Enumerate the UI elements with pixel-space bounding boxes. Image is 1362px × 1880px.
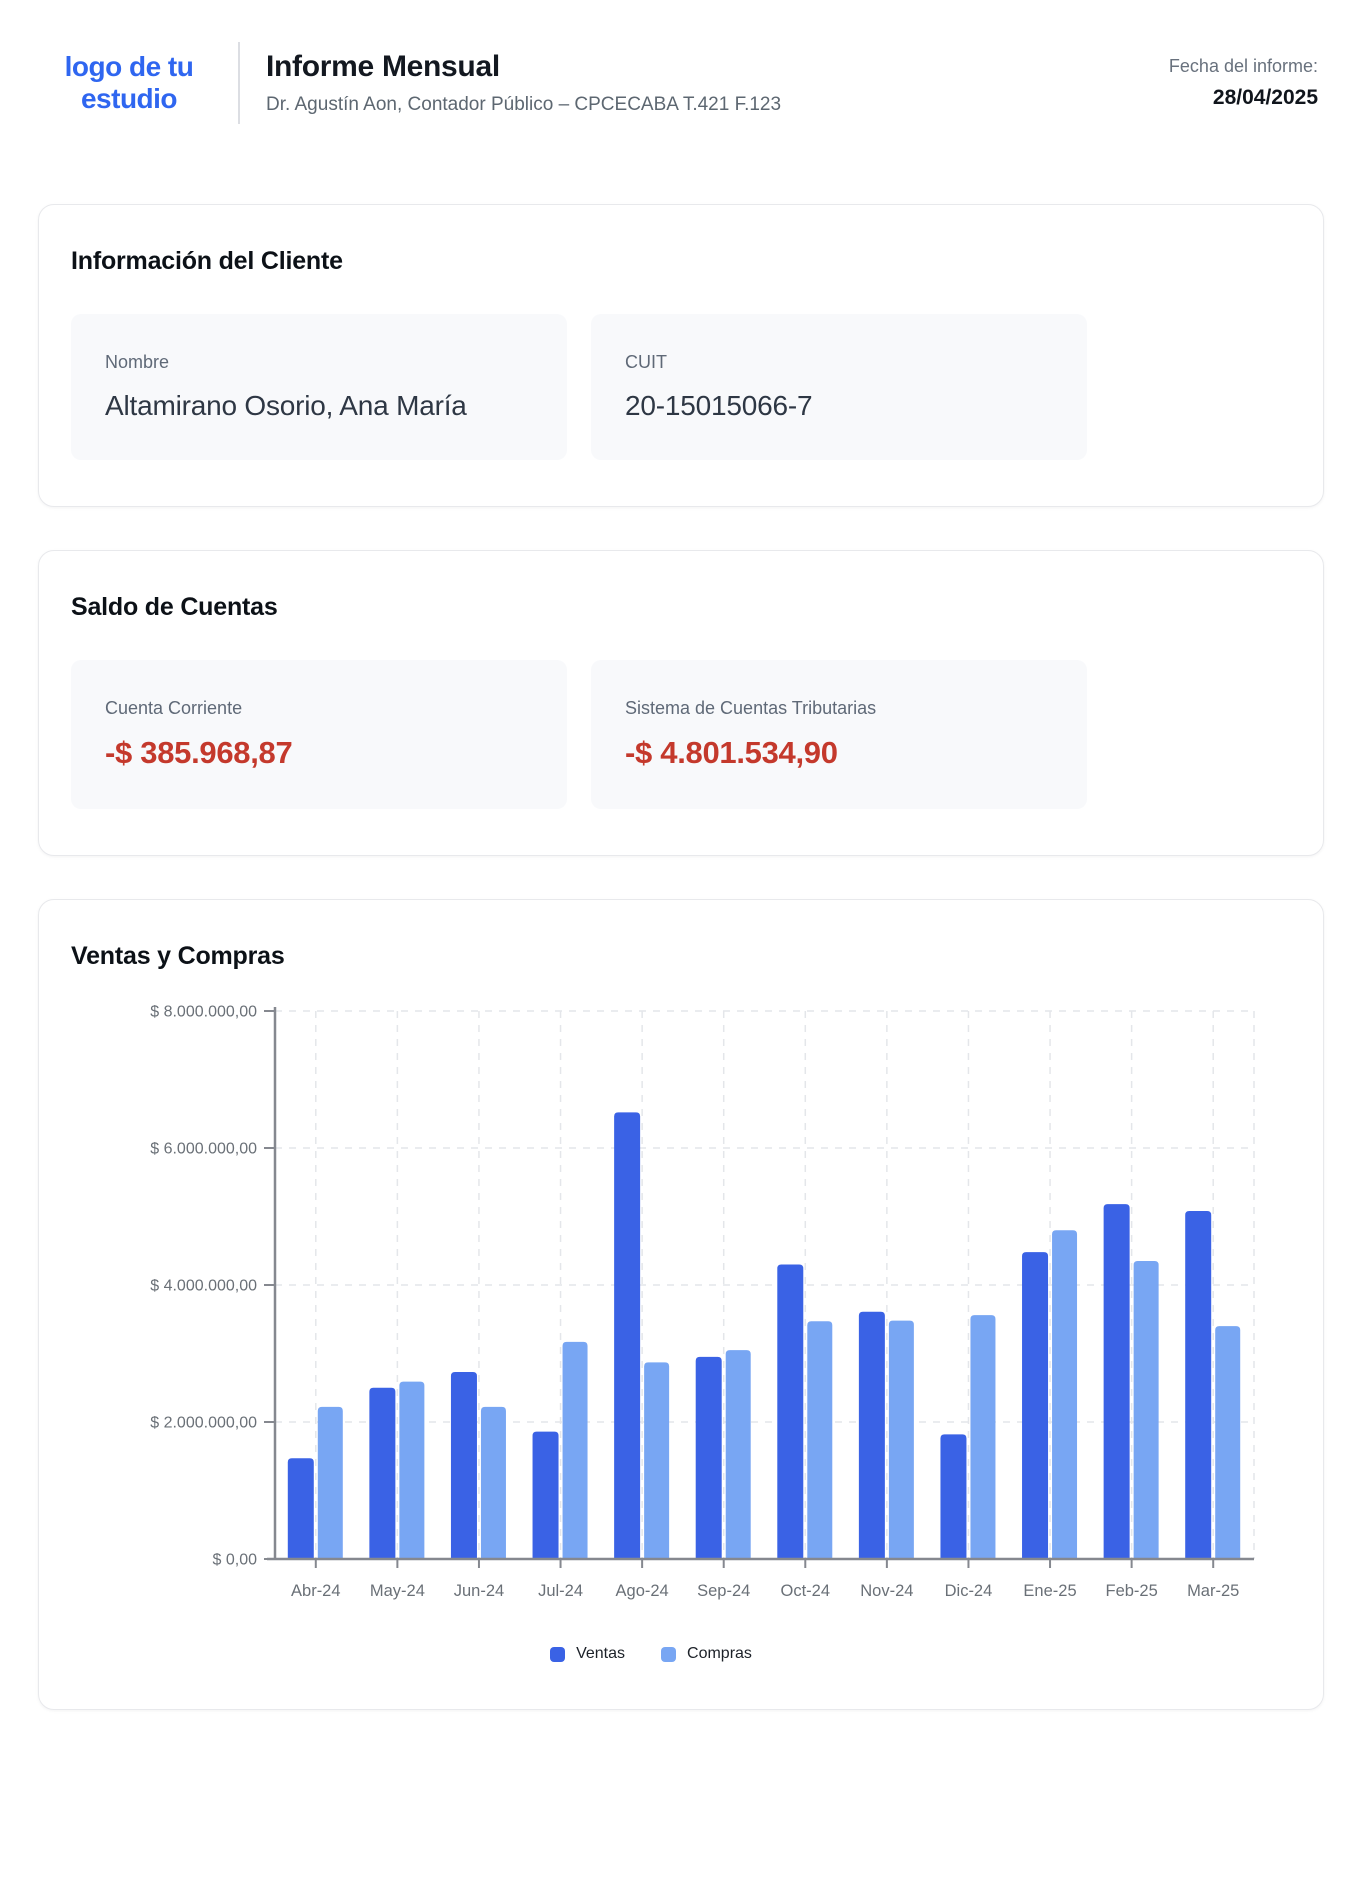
legend-item-ventas[interactable]: Ventas: [550, 1645, 625, 1663]
bar-compras-jul-24: [563, 1342, 588, 1559]
client-cuit-label: CUIT: [625, 352, 1053, 373]
x-axis-tick-label: Jul-24: [538, 1582, 583, 1600]
sales-purchases-card: Ventas y Compras $ 8.000.000,00 $ 6.000.0…: [38, 899, 1324, 1710]
bar-ventas-jul-24: [533, 1432, 559, 1559]
report-date-value: 28/04/2025: [1169, 86, 1318, 110]
bar-compras-ene-25: [1052, 1230, 1077, 1559]
bar-ventas-ago-24: [614, 1112, 640, 1559]
client-name-label: Nombre: [105, 352, 533, 373]
y-axis-tick-label: $ 6.000.000,00: [150, 1141, 257, 1158]
report-date-block: Fecha del informe: 28/04/2025: [1169, 56, 1318, 110]
bar-compras-oct-24: [807, 1321, 832, 1559]
bar-ventas-abr-24: [288, 1458, 314, 1559]
client-name-box: Nombre Altamirano Osorio, Ana María: [71, 314, 567, 460]
legend-label-ventas: Ventas: [576, 1645, 625, 1663]
bar-compras-sep-24: [726, 1350, 751, 1559]
accountant-subtitle: Dr. Agustín Aon, Contador Público – CPCE…: [266, 94, 1169, 116]
x-axis-tick-label: Abr-24: [291, 1582, 341, 1600]
logo-line-2: estudio: [44, 83, 214, 115]
logo-line-1: logo de tu: [44, 51, 214, 83]
y-axis-tick-label: $ 8.000.000,00: [150, 1004, 257, 1021]
x-axis-tick-label: Feb-25: [1105, 1582, 1157, 1600]
bar-ventas-jun-24: [451, 1372, 477, 1559]
tax-account-label: Sistema de Cuentas Tributarias: [625, 698, 1053, 719]
tax-account-balance: -$ 4.801.534,90: [625, 735, 1053, 771]
y-axis-tick-label: $ 4.000.000,00: [150, 1278, 257, 1295]
x-axis-tick-label: Dic-24: [945, 1582, 993, 1600]
current-account-label: Cuenta Corriente: [105, 698, 533, 719]
bar-compras-mar-25: [1215, 1326, 1240, 1559]
report-page: logo de tu estudio Informe Mensual Dr. A…: [38, 42, 1324, 1710]
client-info-card: Información del Cliente Nombre Altamiran…: [38, 204, 1324, 507]
bar-ventas-ene-25: [1022, 1252, 1048, 1559]
bar-compras-jun-24: [481, 1407, 506, 1559]
bar-compras-feb-25: [1134, 1261, 1159, 1559]
legend-item-compras[interactable]: Compras: [661, 1645, 752, 1663]
legend-swatch-ventas: [550, 1647, 565, 1662]
bar-ventas-may-24: [369, 1388, 395, 1559]
bar-ventas-mar-25: [1185, 1211, 1211, 1559]
report-date-label: Fecha del informe:: [1169, 56, 1318, 77]
bar-ventas-nov-24: [859, 1312, 885, 1559]
account-balances-card: Saldo de Cuentas Cuenta Corriente -$ 385…: [38, 550, 1324, 856]
studio-logo: logo de tu estudio: [44, 51, 214, 115]
bar-ventas-feb-25: [1104, 1204, 1130, 1559]
client-section-title: Información del Cliente: [71, 247, 1291, 276]
bar-compras-ago-24: [644, 1362, 669, 1559]
bar-compras-nov-24: [889, 1321, 914, 1559]
bar-chart-canvas: $ 8.000.000,00 $ 6.000.000,00 $ 4.000.000,…: [97, 1001, 1327, 1626]
bar-compras-dic-24: [970, 1315, 995, 1559]
tax-account-box: Sistema de Cuentas Tributarias -$ 4.801.…: [591, 660, 1087, 809]
page-title: Informe Mensual: [266, 50, 1169, 84]
client-fields-row: Nombre Altamirano Osorio, Ana María CUIT…: [71, 314, 1291, 460]
x-axis-tick-label: May-24: [370, 1582, 425, 1600]
current-account-box: Cuenta Corriente -$ 385.968,87: [71, 660, 567, 809]
legend-label-compras: Compras: [687, 1645, 752, 1663]
report-header: logo de tu estudio Informe Mensual Dr. A…: [38, 42, 1324, 124]
y-axis-tick-label: $ 0,00: [213, 1552, 258, 1569]
bar-ventas-oct-24: [777, 1264, 803, 1559]
client-name-value: Altamirano Osorio, Ana María: [105, 390, 533, 422]
header-divider: [238, 42, 240, 124]
chart-section-title: Ventas y Compras: [71, 942, 1291, 971]
x-axis-tick-label: Ago-24: [616, 1582, 669, 1600]
bar-ventas-sep-24: [696, 1357, 722, 1559]
x-axis-tick-label: Jun-24: [454, 1582, 504, 1600]
bar-compras-abr-24: [318, 1407, 343, 1559]
balances-fields-row: Cuenta Corriente -$ 385.968,87 Sistema d…: [71, 660, 1291, 809]
current-account-balance: -$ 385.968,87: [105, 735, 533, 771]
x-axis-tick-label: Nov-24: [860, 1582, 913, 1600]
x-axis-tick-label: Ene-25: [1023, 1582, 1076, 1600]
header-title-block: Informe Mensual Dr. Agustín Aon, Contado…: [266, 50, 1169, 116]
bar-ventas-dic-24: [940, 1434, 966, 1559]
x-axis-tick-label: Mar-25: [1187, 1582, 1239, 1600]
bar-compras-may-24: [399, 1382, 424, 1559]
client-cuit-box: CUIT 20-15015066-7: [591, 314, 1087, 460]
legend-swatch-compras: [661, 1647, 676, 1662]
client-cuit-value: 20-15015066-7: [625, 390, 1053, 422]
x-axis-tick-label: Sep-24: [697, 1582, 750, 1600]
chart-legend: Ventas Compras: [71, 1645, 1231, 1663]
x-axis-tick-label: Oct-24: [781, 1582, 831, 1600]
bar-chart: $ 8.000.000,00 $ 6.000.000,00 $ 4.000.000,…: [97, 1001, 1291, 1631]
balances-section-title: Saldo de Cuentas: [71, 593, 1291, 622]
y-axis-tick-label: $ 2.000.000,00: [150, 1415, 257, 1432]
